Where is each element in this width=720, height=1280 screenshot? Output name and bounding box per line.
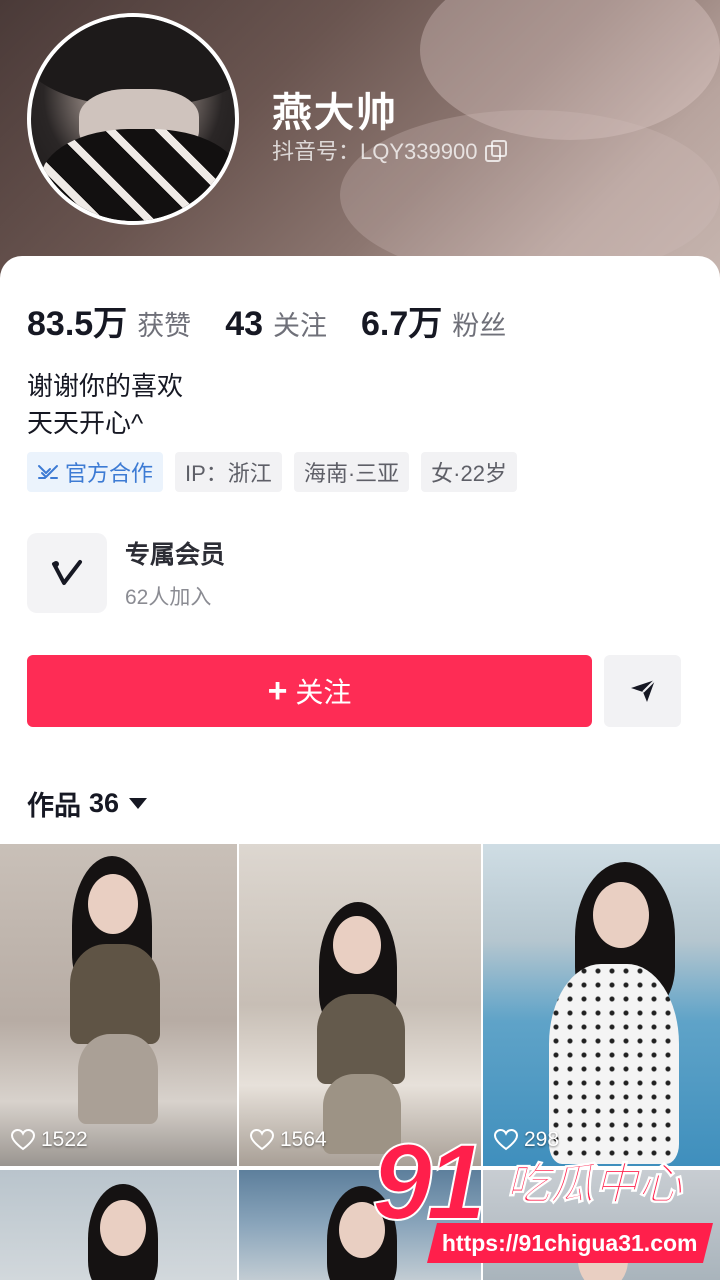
avatar[interactable] <box>27 13 239 225</box>
stat-followers-value: 6.7万 <box>361 305 443 343</box>
tag-official-cooperation[interactable]: 官方合作 <box>27 452 164 492</box>
watermark-url: https://91chigua31.com <box>442 1229 698 1256</box>
stat-likes[interactable]: 83.5万 获赞 <box>27 296 191 345</box>
profile-card: 83.5万 获赞 43 关注 6.7万 粉丝 谢谢你的喜欢 天天开心^ 官方合作… <box>0 256 720 1280</box>
stat-following-value: 43 <box>225 305 264 343</box>
send-message-button[interactable] <box>604 655 681 727</box>
video-thumbnail[interactable]: 1522 <box>0 844 237 1166</box>
stat-followers[interactable]: 6.7万 粉丝 <box>361 296 506 345</box>
works-tab[interactable]: 作品 36 <box>27 784 148 823</box>
like-count-text: 1564 <box>280 1128 327 1151</box>
bio: 谢谢你的喜欢 天天开心^ <box>27 368 183 442</box>
works-count: 36 <box>89 788 120 818</box>
watermark-url-banner: https://91chigua31.com <box>427 1223 713 1263</box>
handshake-icon <box>37 461 59 483</box>
stat-following[interactable]: 43 关注 <box>225 304 327 344</box>
member-subtitle: 62人加入 <box>125 586 212 609</box>
follow-label: 关注 <box>295 677 352 708</box>
tag-official-label: 官方合作 <box>65 461 154 486</box>
heart-outline-icon <box>250 1129 274 1151</box>
tags-row: 官方合作 IP：浙江 海南·三亚 女·22岁 <box>27 452 517 492</box>
stats-row: 83.5万 获赞 43 关注 6.7万 粉丝 <box>27 296 540 345</box>
caret-down-icon <box>129 798 148 809</box>
video-thumbnail[interactable]: 1564 <box>239 844 481 1166</box>
works-label: 作品 <box>27 791 81 821</box>
video-thumbnail[interactable] <box>0 1170 237 1280</box>
send-icon <box>630 679 656 702</box>
tag-gender-age: 女·22岁 <box>421 452 517 492</box>
heart-outline-icon <box>11 1129 35 1151</box>
like-count-text: 1522 <box>41 1128 88 1151</box>
like-count: 1522 <box>11 1128 88 1152</box>
member-v-icon <box>27 533 107 613</box>
bio-line: 谢谢你的喜欢 <box>27 371 184 401</box>
exclusive-member[interactable]: 专属会员 62人加入 <box>27 533 225 613</box>
member-title: 专属会员 <box>125 541 226 569</box>
plus-icon: + <box>267 672 288 710</box>
watermark-text: 吃瓜中心 <box>506 1160 683 1210</box>
stat-following-label: 关注 <box>273 311 328 341</box>
douyin-id[interactable]: 抖音号：LQY339900 <box>272 134 508 166</box>
profile-header: 燕大帅 抖音号：LQY339900 <box>0 0 720 290</box>
follow-button[interactable]: + 关注 <box>27 655 592 727</box>
avatar-scarf <box>41 129 235 221</box>
video-thumbnail[interactable]: 298 <box>483 844 720 1166</box>
nickname: 燕大帅 <box>272 91 398 135</box>
watermark-number: 91 <box>371 1121 487 1242</box>
tag-ip: IP：浙江 <box>175 452 282 492</box>
stat-likes-label: 获赞 <box>137 311 192 341</box>
copy-icon[interactable] <box>485 140 508 162</box>
tag-location[interactable]: 海南·三亚 <box>293 452 410 492</box>
stat-likes-value: 83.5万 <box>27 305 128 343</box>
site-watermark: 91 吃瓜中心 https://91chigua31.com <box>371 1121 713 1268</box>
stat-followers-label: 粉丝 <box>452 311 507 341</box>
douyin-id-text: 抖音号：LQY339900 <box>272 139 478 164</box>
bio-line: 天天开心^ <box>27 408 144 438</box>
like-count: 1564 <box>250 1128 327 1152</box>
